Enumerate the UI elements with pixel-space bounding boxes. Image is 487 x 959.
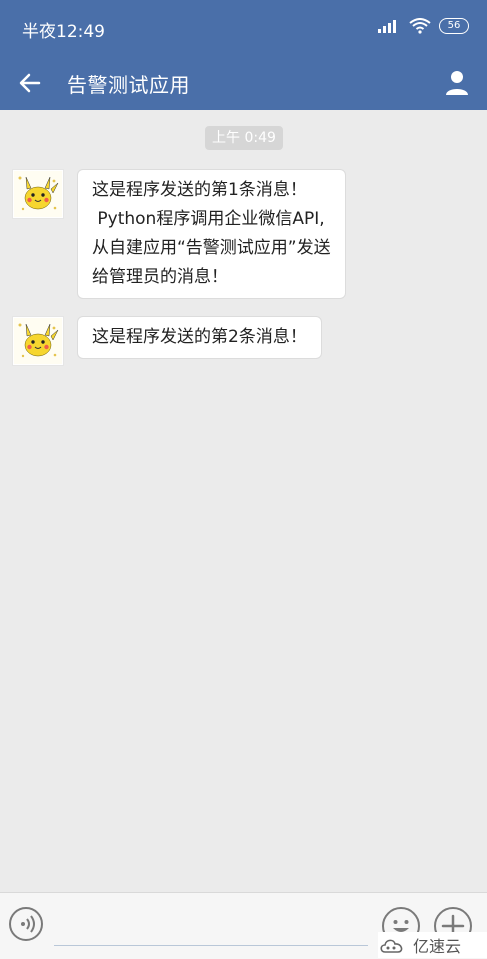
status-time: 半夜12:49: [22, 22, 105, 42]
pikachu-avatar-icon: [14, 171, 62, 217]
page-title: 告警测试应用: [67, 73, 190, 97]
message-timestamp: 上午 0:49: [205, 126, 283, 150]
status-bar: 半夜12:49 56: [0, 0, 487, 55]
message-bubble: 这是程序发送的第1条消息！ Python程序调用企业微信API, 从自建应用“告…: [77, 169, 346, 299]
status-icons: 56: [377, 18, 469, 34]
profile-button[interactable]: [443, 68, 471, 96]
profile-icon: [446, 71, 468, 95]
wifi-icon: [409, 18, 431, 34]
battery-icon: 56: [439, 18, 469, 34]
voice-button[interactable]: [9, 907, 43, 941]
signal-icon: [378, 20, 396, 33]
watermark-text: 亿速云: [413, 937, 462, 956]
message-row: 这是程序发送的第2条消息！: [12, 316, 322, 366]
message-input[interactable]: [54, 907, 368, 946]
message-bubble: 这是程序发送的第2条消息！: [77, 316, 322, 359]
cloud-icon: [380, 939, 403, 953]
voice-icon: [21, 915, 35, 933]
back-button[interactable]: [16, 69, 44, 97]
pikachu-avatar[interactable]: [12, 316, 64, 366]
pikachu-avatar-icon: [14, 318, 62, 364]
title-bar: 告警测试应用: [0, 55, 487, 110]
back-arrow-icon: [19, 73, 41, 93]
message-row: 这是程序发送的第1条消息！ Python程序调用企业微信API, 从自建应用“告…: [12, 169, 346, 299]
watermark: 亿速云: [378, 932, 487, 958]
pikachu-avatar[interactable]: [12, 169, 64, 219]
